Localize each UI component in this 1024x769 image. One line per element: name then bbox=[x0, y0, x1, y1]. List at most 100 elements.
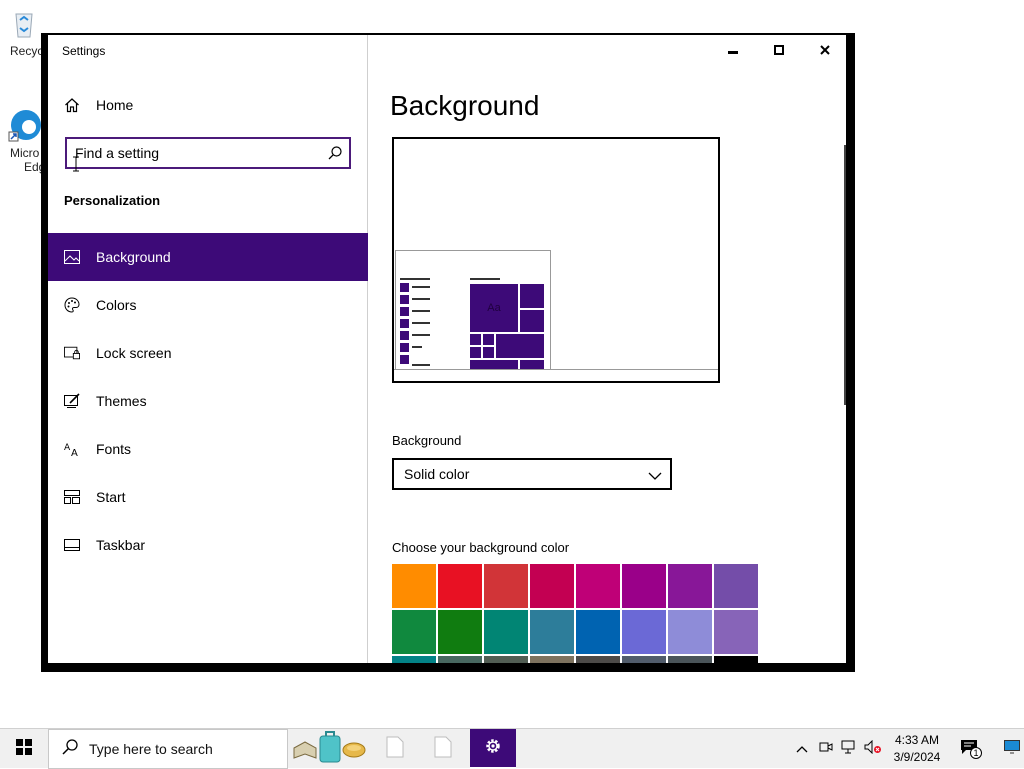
content-scrollbar[interactable] bbox=[844, 145, 846, 405]
color-swatch[interactable] bbox=[714, 656, 758, 663]
chevron-down-icon bbox=[648, 468, 662, 484]
volume-muted-icon bbox=[864, 739, 882, 759]
recycle-bin-icon bbox=[7, 6, 41, 40]
show-hidden-icons-button[interactable] bbox=[790, 729, 814, 769]
blank-document-icon bbox=[434, 736, 452, 763]
chevron-up-icon bbox=[796, 740, 808, 758]
clock-date: 3/9/2024 bbox=[893, 750, 941, 764]
color-swatch[interactable] bbox=[668, 656, 712, 663]
find-setting-box[interactable] bbox=[65, 137, 351, 169]
taskbar-search-box[interactable]: Type here to search bbox=[48, 729, 288, 769]
search-icon[interactable] bbox=[327, 145, 343, 166]
color-swatch[interactable] bbox=[576, 564, 620, 608]
color-swatch[interactable] bbox=[714, 610, 758, 654]
picture-icon bbox=[64, 249, 80, 265]
taskbar-app-store-button[interactable] bbox=[290, 729, 368, 769]
nav-item-start[interactable]: Start bbox=[48, 473, 368, 521]
palette-icon bbox=[64, 297, 80, 313]
clock[interactable]: 4:33 AM 3/9/2024 bbox=[888, 732, 946, 766]
color-swatch[interactable] bbox=[530, 656, 574, 663]
show-desktop-button[interactable] bbox=[1000, 729, 1024, 769]
color-swatch[interactable] bbox=[622, 610, 666, 654]
taskbar-search-placeholder: Type here to search bbox=[89, 741, 213, 757]
color-swatch[interactable] bbox=[622, 564, 666, 608]
nav-item-label: Background bbox=[96, 249, 171, 265]
content-pane: Background Aa Background Solid color Cho… bbox=[369, 35, 846, 663]
color-swatch[interactable] bbox=[392, 656, 436, 663]
clock-time: 4:33 AM bbox=[894, 733, 940, 747]
svg-text:A: A bbox=[71, 448, 78, 457]
nav-item-fonts[interactable]: AA Fonts bbox=[48, 425, 368, 473]
color-picker-label: Choose your background color bbox=[392, 540, 570, 555]
search-icon bbox=[61, 738, 79, 761]
themes-icon bbox=[64, 393, 80, 409]
color-swatch[interactable] bbox=[714, 564, 758, 608]
taskbar-icon bbox=[64, 537, 80, 553]
nav-item-colors[interactable]: Colors bbox=[48, 281, 368, 329]
nav-item-label: Themes bbox=[96, 393, 147, 409]
preview-tile-text: Aa bbox=[487, 302, 501, 314]
windows-logo-icon bbox=[16, 738, 32, 760]
text-cursor-icon bbox=[72, 156, 80, 172]
color-swatch[interactable] bbox=[392, 610, 436, 654]
svg-text:A: A bbox=[64, 443, 71, 453]
start-button[interactable] bbox=[0, 729, 48, 769]
home-link[interactable]: Home bbox=[64, 93, 133, 117]
color-swatch[interactable] bbox=[438, 564, 482, 608]
desktop-icon bbox=[1004, 739, 1020, 759]
window-title: Settings bbox=[62, 44, 106, 58]
taskbar-file-button-2[interactable] bbox=[424, 729, 462, 769]
color-swatch[interactable] bbox=[438, 656, 482, 663]
edge-icon bbox=[7, 108, 41, 142]
find-setting-input[interactable] bbox=[75, 144, 315, 162]
color-swatch[interactable] bbox=[668, 610, 712, 654]
color-swatch[interactable] bbox=[484, 656, 528, 663]
color-swatch[interactable] bbox=[484, 564, 528, 608]
preview-taskbar bbox=[394, 369, 718, 381]
nav-item-label: Fonts bbox=[96, 441, 132, 457]
section-title: Personalization bbox=[64, 193, 161, 208]
color-swatch[interactable] bbox=[576, 610, 620, 654]
color-swatch[interactable] bbox=[530, 564, 574, 608]
nav-item-lock-screen[interactable]: Lock screen bbox=[48, 329, 368, 377]
color-swatch[interactable] bbox=[438, 610, 482, 654]
color-swatch[interactable] bbox=[392, 564, 436, 608]
nav-item-label: Taskbar bbox=[96, 537, 146, 553]
nav-item-themes[interactable]: Themes bbox=[48, 377, 368, 425]
volume-button[interactable] bbox=[861, 729, 885, 769]
taskbar-settings-button[interactable] bbox=[470, 729, 516, 769]
camera-icon bbox=[819, 740, 833, 759]
background-type-value: Solid color bbox=[404, 466, 470, 482]
gear-icon bbox=[484, 737, 502, 760]
color-swatch[interactable] bbox=[668, 564, 712, 608]
nav-item-label: Start bbox=[96, 489, 126, 505]
start-tiles-icon bbox=[64, 489, 80, 505]
color-swatch[interactable] bbox=[530, 610, 574, 654]
home-label: Home bbox=[96, 97, 134, 113]
nav-item-taskbar[interactable]: Taskbar bbox=[48, 521, 368, 569]
preview-start-menu: Aa bbox=[395, 250, 551, 370]
color-swatch[interactable] bbox=[484, 610, 528, 654]
background-type-dropdown[interactable]: Solid color bbox=[392, 458, 672, 490]
nav-item-label: Colors bbox=[96, 297, 137, 313]
blank-document-icon bbox=[386, 736, 404, 763]
page-title: Background bbox=[390, 90, 540, 121]
network-icon bbox=[841, 740, 857, 759]
taskbar-file-button-1[interactable] bbox=[376, 729, 414, 769]
background-type-label: Background bbox=[392, 433, 462, 448]
notification-icon: 1 bbox=[960, 739, 982, 759]
network-button[interactable] bbox=[838, 729, 860, 769]
fonts-icon: AA bbox=[64, 441, 80, 457]
settings-window-body: Settings Home Personalization bbox=[48, 35, 846, 663]
color-swatch[interactable] bbox=[622, 656, 666, 663]
action-center-button[interactable]: 1 bbox=[956, 729, 986, 769]
nav-item-label: Lock screen bbox=[96, 345, 172, 361]
settings-window: Settings Home Personalization bbox=[41, 33, 855, 672]
travel-items-icon bbox=[291, 730, 367, 769]
color-swatch[interactable] bbox=[576, 656, 620, 663]
taskbar: Type here to search 4:33 AM 3/9/2024 1 bbox=[0, 728, 1024, 769]
nav-item-background[interactable]: Background bbox=[48, 233, 368, 281]
lock-screen-icon bbox=[64, 345, 80, 361]
meet-now-button[interactable] bbox=[815, 729, 837, 769]
background-preview: Aa bbox=[392, 137, 720, 383]
